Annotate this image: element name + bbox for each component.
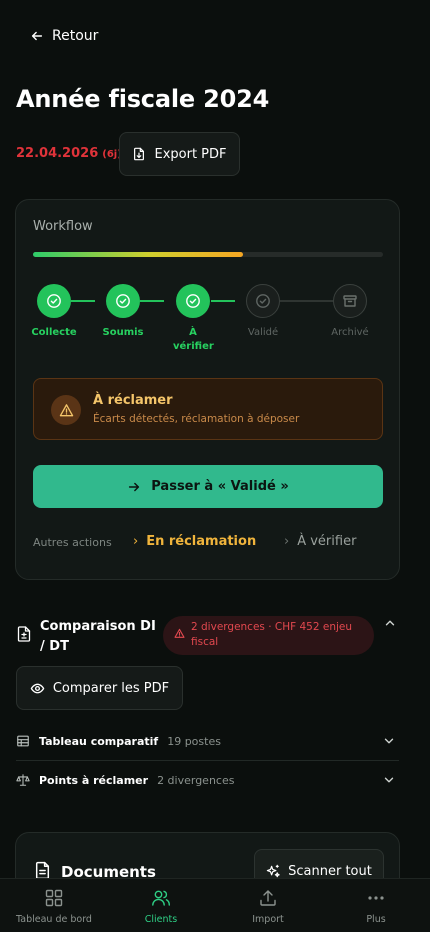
sparkles-icon [266, 864, 280, 877]
warning-icon [174, 628, 185, 638]
chevron-down-icon [384, 777, 394, 783]
export-pdf-button[interactable]: Export PDF [119, 132, 240, 176]
accordion-points-a-reclamer[interactable]: Points à réclamer 2 divergences [16, 761, 399, 799]
check-circle-icon [176, 284, 210, 318]
action-label: À vérifier [297, 534, 357, 549]
check-circle-icon [37, 284, 71, 318]
compare-pdf-label: Comparer les PDF [52, 680, 170, 696]
check-circle-icon [106, 284, 140, 318]
bottom-navigation: Tableau de bord Clients Import Plus [0, 878, 430, 932]
step-label: Soumis [102, 327, 144, 338]
archive-icon [333, 284, 367, 318]
nav-item-clients[interactable]: Clients [111, 888, 211, 925]
chevron-right-icon: › [284, 534, 290, 549]
accordion-count: 2 divergences [157, 773, 235, 787]
step-label: À vérifier [173, 327, 214, 352]
nav-item-more[interactable]: Plus [326, 888, 426, 925]
step-label: Validé [247, 327, 279, 338]
step-label: Archivé [331, 327, 369, 338]
check-circle-icon [246, 284, 280, 318]
arrow-left-icon [31, 31, 43, 41]
upload-icon [260, 890, 276, 906]
workflow-steps: Collecte Soumis À vérifier Validé Archiv… [16, 284, 401, 364]
other-actions-label: Autres actions [33, 536, 112, 549]
file-download-icon [134, 147, 145, 161]
nav-label: Plus [366, 914, 386, 925]
nav-item-import[interactable]: Import [218, 888, 318, 925]
chevron-up-icon[interactable] [383, 616, 397, 630]
back-label: Retour [52, 28, 99, 44]
more-icon [368, 896, 384, 900]
divergence-badge-text: 2 divergences · CHF 452 enjeu fiscal [191, 621, 353, 648]
export-pdf-label: Export PDF [154, 146, 227, 162]
back-button[interactable]: Retour [30, 28, 98, 44]
other-actions: Autres actions › En réclamation › À véri… [33, 534, 383, 552]
advance-workflow-button[interactable]: Passer à « Validé » [33, 465, 383, 508]
comparison-title: Comparaison DI / DT [40, 619, 156, 654]
file-compare-icon [17, 626, 31, 642]
warning-icon [51, 395, 81, 425]
workflow-step-collecte[interactable]: Collecte [19, 284, 89, 340]
screen: Retour Année fiscale 2024 22.04.2026 (6j… [0, 0, 430, 932]
divergence-badge: 2 divergences · CHF 452 enjeu fiscal [163, 616, 374, 655]
accordion-count: 19 postes [167, 734, 221, 748]
workflow-card: Workflow Collecte Soumis À vérifier Vali… [15, 199, 400, 580]
chevron-down-icon [384, 738, 394, 744]
alert-subtitle: Écarts détectés, réclamation à déposer [93, 413, 300, 425]
scale-icon [16, 774, 30, 786]
chevron-right-icon: › [133, 534, 139, 549]
deadline-date: 22.04.2026 [16, 146, 99, 161]
workflow-progress-bar [33, 252, 383, 257]
nav-label: Clients [144, 914, 178, 925]
nav-item-dashboard[interactable]: Tableau de bord [4, 888, 104, 925]
table-icon [17, 735, 29, 747]
workflow-step-archive[interactable]: Archivé [315, 284, 385, 340]
advance-workflow-label: Passer à « Validé » [151, 479, 289, 494]
arrow-right-icon [129, 482, 140, 491]
workflow-title: Workflow [33, 219, 93, 234]
nav-label: Tableau de bord [16, 914, 92, 925]
nav-label: Import [252, 914, 284, 925]
workflow-step-soumis[interactable]: Soumis [88, 284, 158, 340]
workflow-step-valide[interactable]: Validé [228, 284, 298, 340]
compare-pdf-button[interactable]: Comparer les PDF [16, 666, 183, 710]
dashboard-icon [45, 889, 63, 907]
accordion-tableau-comparatif[interactable]: Tableau comparatif 19 postes [16, 722, 399, 760]
status-alert: À réclamer Écarts détectés, réclamation … [33, 378, 383, 440]
action-en-reclamation[interactable]: › En réclamation [133, 534, 256, 549]
eye-icon [30, 683, 45, 693]
alert-title: À réclamer [93, 393, 173, 408]
step-label: Collecte [31, 327, 77, 338]
action-a-verifier[interactable]: › À vérifier [284, 534, 356, 549]
deadline: 22.04.2026 (6j) [16, 146, 122, 161]
action-label: En réclamation [146, 534, 257, 549]
scan-all-label: Scanner tout [288, 863, 372, 879]
accordion-title: Points à réclamer [39, 773, 149, 787]
page-title: Année fiscale 2024 [16, 85, 270, 113]
accordion-title: Tableau comparatif [39, 734, 159, 748]
users-icon [152, 890, 170, 906]
workflow-progress-fill [33, 252, 243, 257]
workflow-step-a-verifier[interactable]: À vérifier [158, 284, 228, 354]
